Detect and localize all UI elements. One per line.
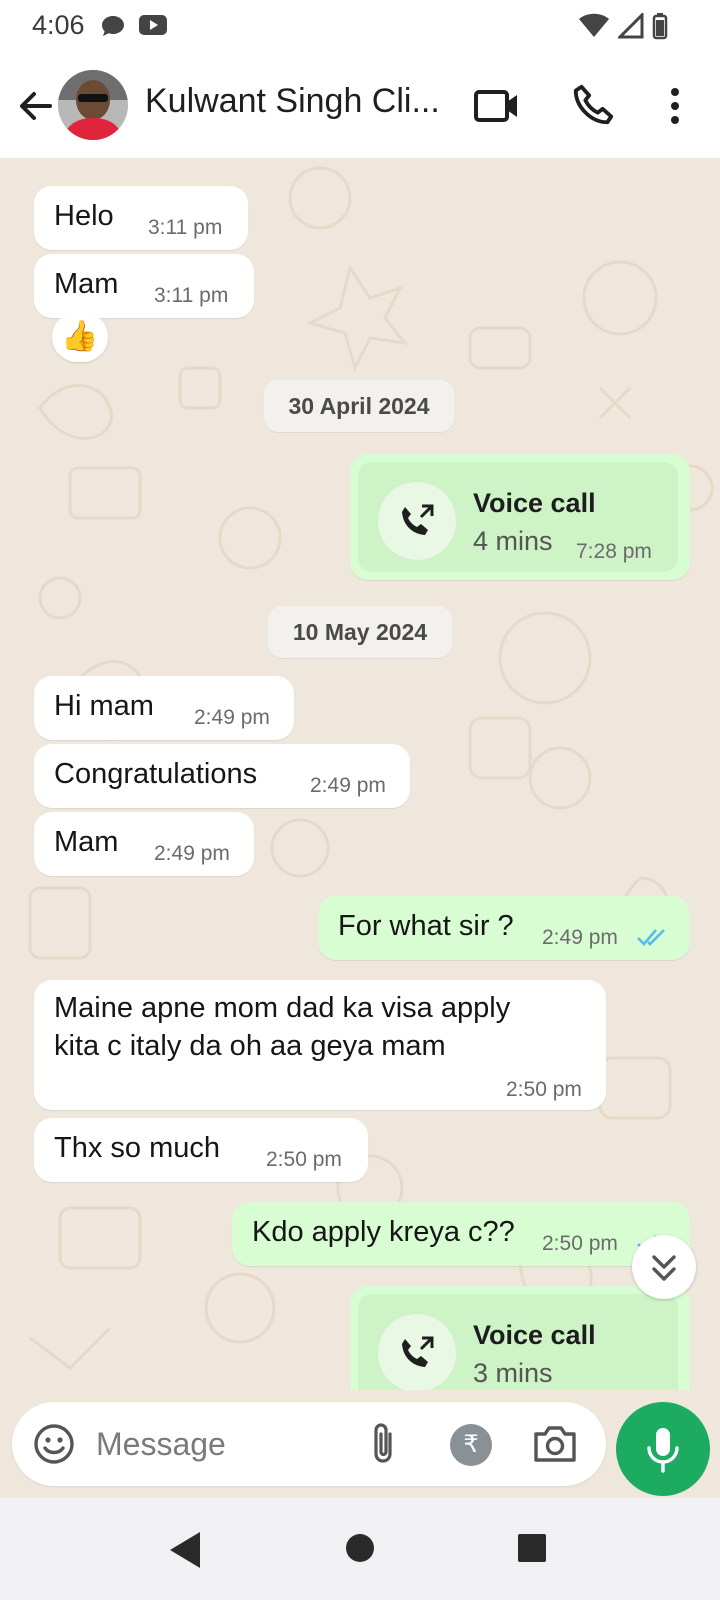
voice-message-button[interactable] (616, 1402, 710, 1496)
message-text: Helo (54, 200, 114, 232)
message-time: 2:50 pm (506, 1078, 582, 1101)
incoming-message[interactable]: Hi mam 2:49 pm (34, 676, 294, 740)
incoming-message[interactable]: Congratulations 2:49 pm (34, 744, 410, 808)
outgoing-call-message[interactable]: Voice call 3 mins (350, 1286, 690, 1390)
message-text: Hi mam (54, 690, 154, 722)
system-nav-bar (0, 1498, 720, 1600)
message-time: 2:49 pm (154, 842, 230, 865)
message-time: 3:11 pm (154, 284, 229, 307)
date-divider: 30 April 2024 (264, 380, 454, 432)
call-icon-circle (378, 482, 456, 560)
chat-notification-icon (102, 16, 124, 36)
nav-recents-icon[interactable] (516, 1532, 548, 1564)
message-text-line2: kita c italy da oh aa geya mam (54, 1030, 446, 1062)
incoming-message[interactable]: Maine apne mom dad ka visa apply kita c … (34, 980, 606, 1110)
back-arrow-icon[interactable] (14, 84, 58, 128)
chat-header: Kulwant Singh Cli... (0, 54, 720, 159)
incoming-message[interactable]: Mam 3:11 pm (34, 254, 254, 318)
double-chevron-down-icon (652, 1255, 676, 1281)
message-time: 2:49 pm (310, 774, 386, 797)
call-duration: 4 mins (473, 526, 553, 556)
incoming-message[interactable]: Thx so much 2:50 pm (34, 1118, 368, 1182)
message-time: 3:11 pm (148, 216, 223, 239)
date-divider: 10 May 2024 (268, 606, 452, 658)
call-title: Voice call (473, 488, 596, 518)
thumbs-up-reaction[interactable]: 👍 (52, 312, 108, 362)
rupee-payment-icon[interactable]: ₹ (450, 1424, 492, 1466)
microphone-icon (647, 1428, 679, 1473)
voice-call-card[interactable]: Voice call 3 mins (358, 1294, 678, 1390)
camera-icon[interactable] (532, 1422, 578, 1466)
phone-call-icon[interactable] (570, 82, 616, 128)
message-input[interactable]: Message ₹ (12, 1402, 606, 1486)
nav-back-icon[interactable] (168, 1530, 204, 1570)
outgoing-call-message[interactable]: Voice call 4 mins 7:28 pm (350, 454, 690, 580)
incoming-message[interactable]: Mam 2:49 pm (34, 812, 254, 876)
battery-icon (652, 13, 668, 40)
message-placeholder: Message (96, 1426, 226, 1462)
youtube-notification-icon (139, 15, 167, 35)
outgoing-call-icon (402, 504, 434, 535)
message-text: Mam (54, 826, 119, 858)
nav-home-icon[interactable] (344, 1532, 376, 1564)
call-duration: 3 mins (473, 1358, 553, 1388)
wifi-icon (579, 13, 609, 37)
scroll-to-bottom-button[interactable] (632, 1235, 696, 1299)
outgoing-message[interactable]: For what sir ? 2:49 pm (318, 896, 690, 960)
message-text: Mam (54, 268, 119, 300)
message-text: Congratulations (54, 758, 258, 790)
video-call-icon[interactable] (473, 82, 521, 130)
call-title: Voice call (473, 1320, 596, 1350)
message-time: 2:50 pm (266, 1148, 342, 1171)
outgoing-call-icon (402, 1336, 434, 1367)
message-time: 2:49 pm (194, 706, 270, 729)
paperclip-icon[interactable] (364, 1420, 404, 1468)
more-options-icon[interactable] (660, 82, 690, 130)
status-bar: 4:06 (0, 0, 720, 54)
voice-call-card[interactable]: Voice call 4 mins 7:28 pm (358, 462, 678, 572)
incoming-message[interactable]: Helo 3:11 pm (34, 186, 248, 250)
outgoing-message[interactable]: Kdo apply kreya c?? 2:50 pm (232, 1202, 690, 1266)
message-text: Thx so much (54, 1132, 220, 1164)
contact-name[interactable]: Kulwant Singh Cli... (145, 82, 450, 121)
message-time: 7:28 pm (576, 540, 652, 563)
call-icon-circle (378, 1314, 456, 1390)
signal-icon (618, 13, 644, 39)
message-text: For what sir ? (338, 910, 514, 942)
emoji-icon[interactable] (32, 1422, 76, 1466)
avatar[interactable] (58, 70, 128, 140)
chat-area[interactable]: Helo 3:11 pm Mam 3:11 pm 👍 30 April 2024… (0, 158, 720, 1390)
message-time: 2:50 pm (542, 1232, 618, 1255)
message-text-line1: Maine apne mom dad ka visa apply (54, 992, 511, 1024)
status-time: 4:06 (32, 10, 85, 40)
read-receipt-icon (637, 929, 665, 946)
message-text: Kdo apply kreya c?? (252, 1216, 515, 1248)
composer-bar: Message ₹ (0, 1390, 720, 1498)
message-time: 2:49 pm (542, 926, 618, 949)
